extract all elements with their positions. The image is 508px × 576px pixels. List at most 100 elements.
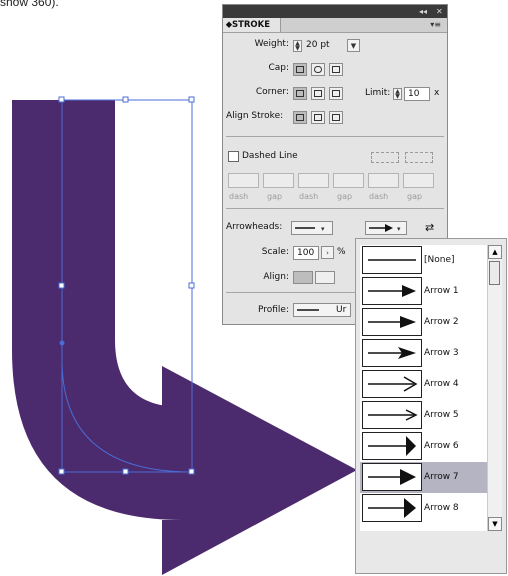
list-item[interactable]: Arrow 2 [360, 307, 490, 338]
collapse-icon[interactable]: ◂◂ [419, 5, 427, 18]
list-item[interactable]: Arrow 5 [360, 400, 490, 431]
item-label: Arrow 2 [424, 317, 459, 327]
arrow-4-icon [362, 370, 422, 398]
scale-field[interactable]: 100 [293, 246, 319, 260]
gap-label-1: gap [267, 192, 283, 201]
arrowhead-dropdown: [None] Arrow 1 Arrow 2 Arrow 3 Arrow 4 A… [355, 238, 507, 574]
gap-label-3: gap [407, 192, 423, 201]
butt-cap-icon[interactable] [293, 63, 307, 76]
list-item[interactable]: Arrow 1 [360, 276, 490, 307]
arrow-7-icon [362, 463, 422, 491]
panel-tab-row: ⬥STROKE ▾≡ [223, 18, 447, 33]
dashed-line-label: Dashed Line [242, 151, 298, 161]
projecting-cap-icon[interactable] [329, 63, 343, 76]
list-item[interactable]: Arrow 4 [360, 369, 490, 400]
list-item[interactable]: Arrow 3 [360, 338, 490, 369]
gap-field-2[interactable] [333, 173, 364, 188]
arrowheads-label: Arrowheads: [226, 222, 283, 232]
scrollbar[interactable]: ▲ ▼ [487, 245, 502, 531]
end-arrowhead-select[interactable]: ▾ [365, 221, 407, 235]
round-cap-icon[interactable] [311, 63, 325, 76]
anchor-point[interactable] [59, 340, 65, 346]
close-icon[interactable]: ✕ [436, 5, 443, 18]
item-label: Arrow 8 [424, 503, 459, 513]
scale-arrow-icon[interactable]: › [321, 246, 334, 259]
svg-text:▾: ▾ [321, 225, 325, 233]
list-item[interactable]: [None] [360, 245, 490, 276]
dash-label-2: dash [299, 192, 319, 201]
limit-label: Limit: [365, 88, 391, 98]
list-item-selected[interactable]: Arrow 7 [360, 462, 490, 493]
handle-top-left[interactable] [58, 96, 65, 103]
dash-field-2[interactable] [298, 173, 329, 188]
weight-stepper-icon[interactable]: ▲ ▼ [293, 40, 302, 52]
panel-titlebar[interactable]: ◂◂ ✕ [223, 5, 447, 18]
preserve-dash-icon[interactable] [371, 152, 399, 163]
arrow-5-icon [362, 401, 422, 429]
handle-top-right[interactable] [188, 96, 195, 103]
gap-field-1[interactable] [263, 173, 294, 188]
list-item[interactable]: Arrow 8 [360, 493, 490, 524]
none-icon [362, 246, 422, 274]
handle-bottom-middle[interactable] [122, 468, 129, 475]
tab-stroke[interactable]: ⬥STROKE [223, 18, 281, 32]
arrow-tip-at-end-icon[interactable] [315, 271, 335, 284]
cap-label: Cap: [268, 63, 289, 73]
arrowhead-list[interactable]: [None] Arrow 1 Arrow 2 Arrow 3 Arrow 4 A… [360, 245, 490, 531]
weight-dropdown-icon[interactable]: ▼ [347, 39, 360, 52]
item-label: Arrow 7 [424, 472, 459, 482]
weight-label: Weight: [254, 39, 289, 49]
scale-label: Scale: [261, 247, 289, 257]
profile-select[interactable]: Ur [293, 303, 351, 317]
profile-line-icon [297, 309, 319, 311]
arrow-tip-beyond-icon[interactable] [293, 271, 313, 284]
gap-label-2: gap [337, 192, 353, 201]
round-join-icon[interactable] [311, 87, 325, 100]
gap-field-3[interactable] [403, 173, 434, 188]
scroll-up-icon[interactable]: ▲ [488, 245, 502, 259]
item-label: Arrow 6 [424, 441, 459, 451]
align-center-icon[interactable] [293, 111, 307, 124]
dash-label-3: dash [369, 192, 389, 201]
dash-field-1[interactable] [228, 173, 259, 188]
handle-middle-right[interactable] [188, 282, 195, 289]
scroll-thumb[interactable] [489, 261, 500, 285]
arrow-6-icon [362, 432, 422, 460]
limit-stepper-icon[interactable]: ▲ ▼ [393, 88, 402, 100]
limit-field[interactable]: 10 [404, 87, 430, 101]
arrow-8-icon [362, 494, 422, 522]
corner-label: Corner: [255, 87, 289, 97]
align-dash-corners-icon[interactable] [405, 152, 433, 163]
bevel-join-icon[interactable] [329, 87, 343, 100]
align-outside-icon[interactable] [329, 111, 343, 124]
handle-bottom-right[interactable] [188, 468, 195, 475]
dash-label-1: dash [229, 192, 249, 201]
divider [226, 208, 444, 209]
start-line-icon: ▾ [295, 225, 325, 233]
weight-field[interactable]: 20 pt [303, 39, 343, 53]
panel-menu-icon[interactable]: ▾≡ [430, 18, 441, 32]
miter-join-icon[interactable] [293, 87, 307, 100]
arrow-2-icon [362, 308, 422, 336]
list-item[interactable]: Arrow 6 [360, 431, 490, 462]
scale-unit: % [337, 247, 346, 257]
handle-middle-left[interactable] [58, 282, 65, 289]
swap-arrowheads-icon[interactable]: ⇄ [425, 221, 434, 234]
svg-text:▾: ▾ [397, 225, 401, 233]
profile-label: Profile: [257, 305, 289, 315]
dash-field-3[interactable] [368, 173, 399, 188]
align-inside-icon[interactable] [311, 111, 325, 124]
item-label: Arrow 4 [424, 379, 459, 389]
handle-top-middle[interactable] [122, 96, 129, 103]
align-stroke-label: Align Stroke: [226, 111, 284, 121]
align-label: Align: [263, 272, 289, 282]
end-arrow-icon: ▾ [369, 224, 401, 233]
handle-bottom-left[interactable] [58, 468, 65, 475]
dashed-line-checkbox[interactable] [228, 151, 239, 162]
divider [226, 136, 444, 137]
scroll-down-icon[interactable]: ▼ [488, 517, 502, 531]
item-label: Arrow 5 [424, 410, 459, 420]
item-label: [None] [424, 255, 455, 265]
arrow-3-icon [362, 339, 422, 367]
start-arrowhead-select[interactable]: ▾ [291, 221, 333, 235]
